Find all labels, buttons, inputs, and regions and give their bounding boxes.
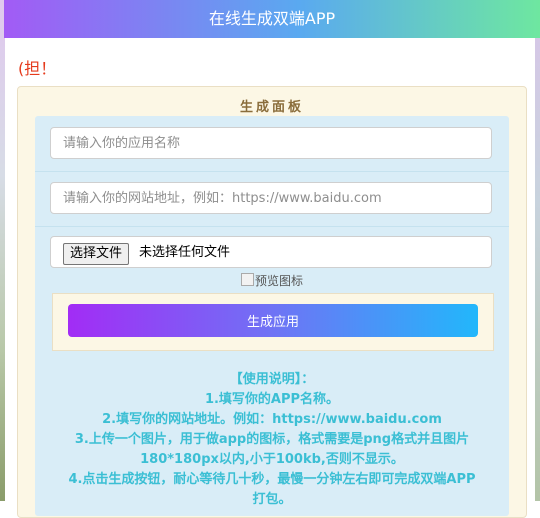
page-title: 在线生成双端APP (208, 9, 336, 28)
instruction-line: 1.填写你的APP名称。 (204, 392, 340, 407)
icon-file-input[interactable]: 选择文件 未选择任何文件 (50, 236, 492, 268)
broken-image-icon (240, 273, 254, 286)
notice-text: (担！ (18, 59, 57, 78)
background-edge-right (535, 0, 540, 501)
form-area: 选择文件 未选择任何文件 预览图标 生成应用 【使用说明】： 1.填写你的APP… (35, 116, 509, 516)
instruction-line: 4.点击生成按钮，耐心等待几十秒，最慢一分钟左右即可完成双端APP (68, 472, 476, 487)
icon-preview: 预览图标 (35, 272, 509, 289)
preview-alt-text: 预览图标 (254, 274, 303, 288)
generate-app-button[interactable]: 生成应用 (68, 304, 478, 337)
instruction-line: 2.填写你的网站地址。例如：https://www.baidu.com (102, 412, 442, 427)
site-url-input[interactable] (50, 182, 492, 214)
panel-title: 生成面板 (239, 100, 304, 115)
page-header: 在线生成双端APP (4, 0, 540, 38)
instruction-line: 3.上传一个图片，用于做app的图标，格式需要是png格式并且图片 (74, 432, 470, 447)
instruction-line: 180*180px以内,小于100kb,否则不显示。 (140, 452, 404, 467)
choose-file-button[interactable]: 选择文件 (63, 243, 130, 265)
divider (35, 226, 509, 227)
background-edge-left (0, 0, 5, 501)
file-status-text: 未选择任何文件 (139, 245, 231, 260)
divider (35, 171, 509, 172)
usage-instructions: 【使用说明】： 1.填写你的APP名称。 2.填写你的网站地址。例如：https… (35, 370, 509, 510)
instruction-line: 打包。 (252, 492, 292, 507)
button-wrapper: 生成应用 (52, 293, 494, 351)
instruction-line: 【使用说明】： (229, 372, 315, 387)
app-name-input[interactable] (50, 127, 492, 159)
generate-panel: 生成面板 选择文件 未选择任何文件 预览图标 生成应用 【使用说明】： 1.填写… (17, 86, 527, 518)
